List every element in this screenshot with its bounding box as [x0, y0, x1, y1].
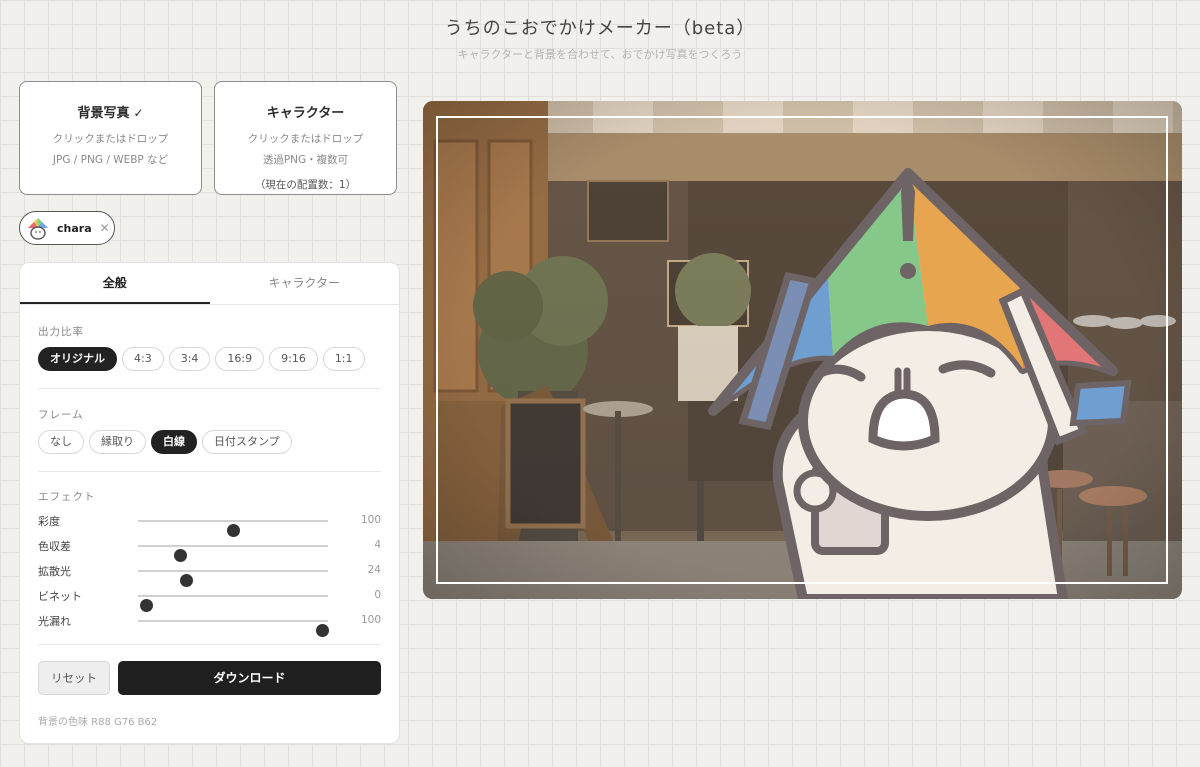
- download-button[interactable]: ダウンロード: [118, 661, 381, 695]
- slider-handle[interactable]: [316, 624, 330, 637]
- slider-chromatic-aberration: 色収差 4: [38, 536, 381, 562]
- character-thumbnail-icon: [28, 218, 48, 240]
- slider-value: 100: [360, 514, 381, 526]
- divider: [38, 644, 381, 645]
- background-upload-title: 背景写真: [77, 106, 130, 121]
- slider-label: 色収差: [38, 540, 71, 553]
- frame-date-stamp-button[interactable]: 日付スタンプ: [202, 430, 292, 454]
- output-ratio-options: オリジナル 4:3 3:4 16:9 9:16 1:1: [38, 347, 365, 371]
- character-count: （現在の配置数：1）: [254, 179, 357, 191]
- background-color-info: 背景の色味 R88 G76 B62: [38, 717, 158, 728]
- divider: [38, 388, 381, 389]
- ratio-1-1-button[interactable]: 1:1: [322, 347, 365, 371]
- app-header: うちのこおでかけメーカー（beta） キャラクターと背景を合わせて、おでかけ写真…: [0, 14, 1200, 62]
- frame-border-button[interactable]: 縁取り: [89, 430, 146, 454]
- slider-track[interactable]: [138, 595, 328, 612]
- slider-saturation: 彩度 100: [38, 511, 381, 537]
- slider-light-leak: 光漏れ 100: [38, 611, 381, 637]
- character-upload-dropzone[interactable]: キャラクター クリックまたはドロップ 透過PNG・複数可 （現在の配置数：1）: [214, 81, 397, 195]
- slider-track[interactable]: [138, 545, 328, 562]
- slider-value: 100: [360, 614, 381, 626]
- background-upload-hint: クリックまたはドロップ: [52, 133, 169, 145]
- slider-label: 拡散光: [38, 565, 71, 578]
- slider-label: ビネット: [38, 590, 82, 603]
- app-subtitle: キャラクターと背景を合わせて、おでかけ写真をつくろう: [457, 48, 743, 61]
- character-upload-hint: クリックまたはドロップ: [247, 133, 364, 145]
- ratio-9-16-button[interactable]: 9:16: [269, 347, 318, 371]
- background-upload-dropzone[interactable]: 背景写真 ✓ クリックまたはドロップ JPG / PNG / WEBP など: [19, 81, 202, 195]
- app-title: うちのこおでかけメーカー（beta）: [444, 18, 756, 39]
- ratio-original-button[interactable]: オリジナル: [38, 347, 117, 371]
- slider-label: 彩度: [38, 515, 60, 528]
- frame-none-button[interactable]: なし: [38, 430, 84, 454]
- tab-general[interactable]: 全般: [20, 263, 210, 304]
- slider-value: 4: [374, 539, 381, 551]
- output-ratio-label: 出力比率: [38, 326, 84, 338]
- character-chip-label: chara: [57, 221, 92, 235]
- slider-value: 24: [367, 564, 381, 576]
- slider-track[interactable]: [138, 570, 328, 587]
- settings-panel: 全般 キャラクター 出力比率 オリジナル 4:3 3:4 16:9 9:16 1…: [19, 262, 400, 744]
- slider-value: 0: [374, 589, 381, 601]
- slider-vignette: ビネット 0: [38, 586, 381, 612]
- character-chip[interactable]: chara ✕: [19, 211, 115, 245]
- background-upload-formats: JPG / PNG / WEBP など: [52, 154, 169, 166]
- divider: [38, 471, 381, 472]
- slider-bloom: 拡散光 24: [38, 561, 381, 587]
- tab-character[interactable]: キャラクター: [210, 263, 400, 304]
- frame-label: フレーム: [38, 409, 84, 421]
- frame-white-line-button[interactable]: 白線: [151, 430, 197, 454]
- frame-options: なし 縁取り 白線 日付スタンプ: [38, 430, 292, 454]
- slider-label: 光漏れ: [38, 615, 71, 628]
- close-icon[interactable]: ✕: [100, 221, 110, 235]
- character-upload-formats: 透過PNG・複数可: [262, 154, 349, 166]
- cafe-photo-preview: [423, 101, 1182, 599]
- preview-canvas[interactable]: [423, 101, 1182, 599]
- character-upload-title: キャラクター: [266, 106, 345, 121]
- ratio-3-4-button[interactable]: 3:4: [168, 347, 211, 371]
- slider-track[interactable]: [138, 520, 328, 537]
- ratio-4-3-button[interactable]: 4:3: [122, 347, 164, 371]
- settings-tabs: 全般 キャラクター: [20, 263, 399, 305]
- check-icon: ✓: [133, 106, 144, 120]
- slider-track[interactable]: [138, 620, 330, 637]
- ratio-16-9-button[interactable]: 16:9: [215, 347, 265, 371]
- effects-label: エフェクト: [38, 491, 96, 503]
- reset-button[interactable]: リセット: [38, 661, 110, 695]
